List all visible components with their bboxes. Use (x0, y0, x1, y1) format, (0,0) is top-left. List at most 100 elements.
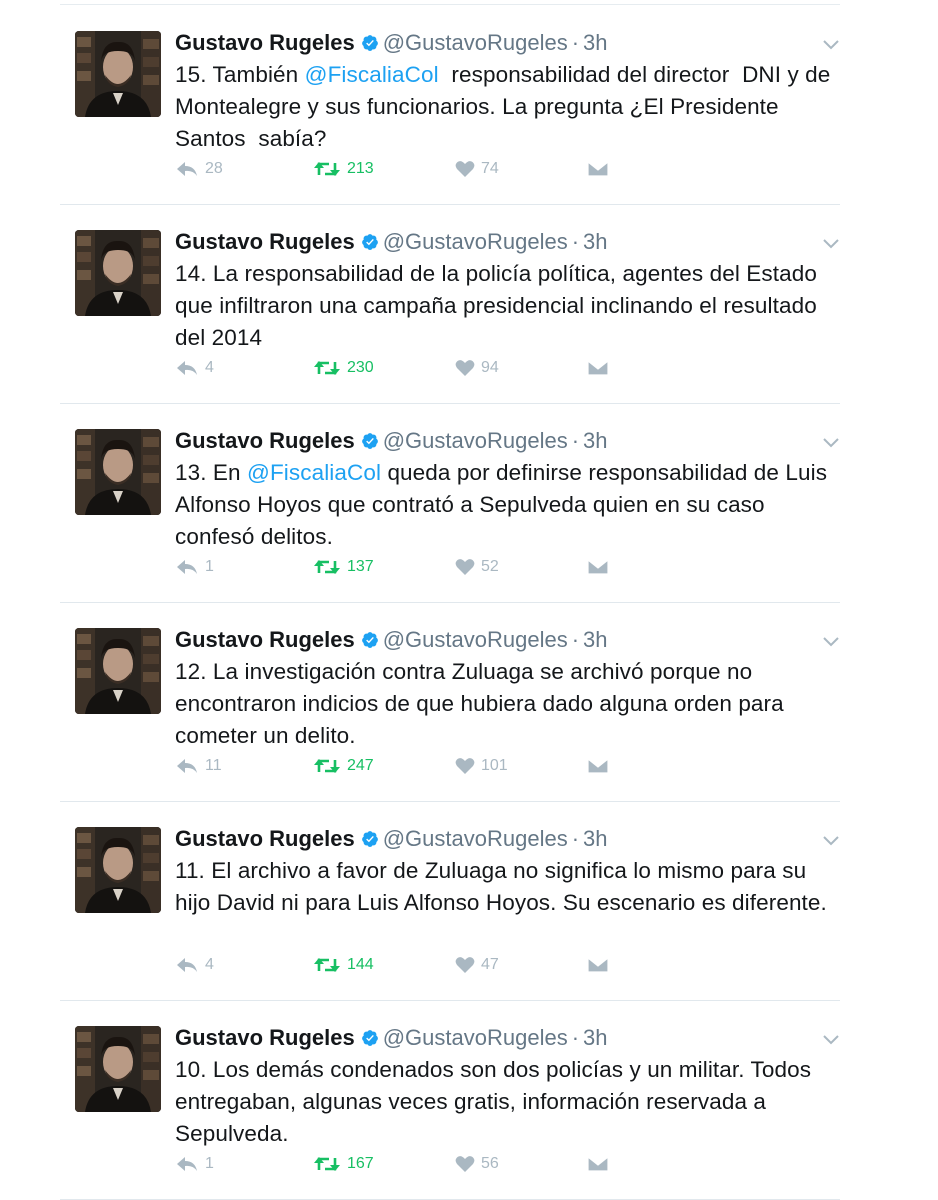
chevron-down-icon[interactable] (822, 436, 840, 450)
reply-button[interactable]: 1 (175, 554, 214, 580)
direct-message-button[interactable] (587, 952, 609, 978)
direct-message-button[interactable] (587, 554, 609, 580)
separator-dot: · (571, 30, 580, 55)
author-handle[interactable]: @GustavoRugeles (383, 30, 568, 55)
reply-button[interactable]: 11 (175, 753, 222, 779)
direct-message-button[interactable] (587, 753, 609, 779)
reply-count: 28 (205, 160, 223, 177)
tweet[interactable]: Gustavo Rugeles @GustavoRugeles · 3h 14. La… (0, 205, 938, 404)
mention-link[interactable]: @FiscaliaCol (305, 62, 439, 87)
direct-message-icon (587, 559, 609, 575)
author-name[interactable]: Gustavo Rugeles (175, 826, 355, 851)
reply-count: 1 (205, 558, 214, 575)
heart-icon (455, 957, 475, 973)
retweet-button[interactable]: 144 (313, 952, 374, 978)
direct-message-button[interactable] (587, 355, 609, 381)
direct-message-icon (587, 360, 609, 376)
retweet-icon (314, 1157, 340, 1171)
reply-button[interactable]: 4 (175, 355, 214, 381)
reply-count: 11 (205, 757, 222, 774)
like-count: 52 (481, 558, 499, 575)
heart-icon (455, 559, 475, 575)
tweet-actions: 1 137 52 (175, 554, 635, 580)
tweet-timestamp[interactable]: 3h (583, 428, 607, 453)
avatar[interactable] (75, 429, 161, 515)
retweet-button[interactable]: 167 (313, 1151, 374, 1177)
retweet-count: 137 (347, 558, 374, 575)
tweet[interactable]: Gustavo Rugeles @GustavoRugeles · 3h 13. En… (0, 404, 938, 603)
separator-dot: · (571, 826, 580, 851)
heart-icon (455, 161, 475, 177)
top-divider (60, 4, 840, 5)
tweet-header: Gustavo Rugeles @GustavoRugeles · 3h (175, 824, 608, 854)
tweet-timestamp[interactable]: 3h (583, 826, 607, 851)
retweet-count: 213 (347, 160, 374, 177)
avatar[interactable] (75, 1026, 161, 1112)
avatar[interactable] (75, 827, 161, 913)
tweet[interactable]: Gustavo Rugeles @GustavoRugeles · 3h 11. El… (0, 802, 938, 1001)
like-button[interactable]: 94 (455, 355, 499, 381)
tweet-text: 13. En @FiscaliaCol queda por definirse … (175, 457, 845, 553)
author-handle[interactable]: @GustavoRugeles (383, 1025, 568, 1050)
reply-button[interactable]: 1 (175, 1151, 214, 1177)
reply-icon (177, 361, 197, 375)
like-count: 47 (481, 956, 499, 973)
author-handle[interactable]: @GustavoRugeles (383, 229, 568, 254)
like-button[interactable]: 52 (455, 554, 499, 580)
author-name[interactable]: Gustavo Rugeles (175, 229, 355, 254)
avatar[interactable] (75, 230, 161, 316)
tweet[interactable]: Gustavo Rugeles @GustavoRugeles · 3h 15. Ta… (0, 6, 938, 205)
retweet-icon (314, 560, 340, 574)
like-button[interactable]: 47 (455, 952, 499, 978)
author-name[interactable]: Gustavo Rugeles (175, 30, 355, 55)
like-count: 74 (481, 160, 499, 177)
retweet-button[interactable]: 230 (313, 355, 374, 381)
tweet-timestamp[interactable]: 3h (583, 30, 607, 55)
chevron-down-icon[interactable] (822, 635, 840, 649)
like-button[interactable]: 56 (455, 1151, 499, 1177)
author-handle[interactable]: @GustavoRugeles (383, 826, 568, 851)
tweet-text: 12. La investigación contra Zuluaga se a… (175, 656, 845, 752)
mention-link[interactable]: @FiscaliaCol (247, 460, 381, 485)
author-name[interactable]: Gustavo Rugeles (175, 1025, 355, 1050)
chevron-down-icon[interactable] (822, 834, 840, 848)
like-count: 56 (481, 1155, 499, 1172)
tweet-header: Gustavo Rugeles @GustavoRugeles · 3h (175, 625, 608, 655)
tweet-text-segment: 14. La responsabilidad de la policía pol… (175, 261, 824, 350)
direct-message-button[interactable] (587, 156, 609, 182)
retweet-icon (314, 958, 340, 972)
chevron-down-icon[interactable] (822, 237, 840, 251)
author-handle[interactable]: @GustavoRugeles (383, 428, 568, 453)
reply-button[interactable]: 4 (175, 952, 214, 978)
author-name[interactable]: Gustavo Rugeles (175, 627, 355, 652)
tweet[interactable]: Gustavo Rugeles @GustavoRugeles · 3h 10. Lo… (0, 1001, 938, 1200)
separator-dot: · (571, 229, 580, 254)
tweet-actions: 11 247 101 (175, 753, 635, 779)
tweet-timestamp[interactable]: 3h (583, 1025, 607, 1050)
tweet-header: Gustavo Rugeles @GustavoRugeles · 3h (175, 1023, 608, 1053)
tweet-text-segment: 15. También (175, 62, 305, 87)
avatar[interactable] (75, 628, 161, 714)
retweet-button[interactable]: 213 (313, 156, 374, 182)
retweet-button[interactable]: 137 (313, 554, 374, 580)
avatar[interactable] (75, 31, 161, 117)
tweet-timestamp[interactable]: 3h (583, 627, 607, 652)
chevron-down-icon[interactable] (822, 1033, 840, 1047)
like-button[interactable]: 101 (455, 753, 508, 779)
tweet-timeline: Gustavo Rugeles @GustavoRugeles · 3h 15. Ta… (0, 0, 938, 1200)
chevron-down-icon[interactable] (822, 38, 840, 52)
like-button[interactable]: 74 (455, 156, 499, 182)
verified-badge-icon (361, 234, 378, 250)
direct-message-icon (587, 758, 609, 774)
verified-badge-icon (361, 831, 378, 847)
author-handle[interactable]: @GustavoRugeles (383, 627, 568, 652)
retweet-button[interactable]: 247 (313, 753, 374, 779)
separator-dot: · (571, 1025, 580, 1050)
direct-message-icon (587, 1156, 609, 1172)
direct-message-button[interactable] (587, 1151, 609, 1177)
tweet[interactable]: Gustavo Rugeles @GustavoRugeles · 3h 12. La… (0, 603, 938, 802)
reply-button[interactable]: 28 (175, 156, 223, 182)
tweet-timestamp[interactable]: 3h (583, 229, 607, 254)
heart-icon (455, 758, 475, 774)
author-name[interactable]: Gustavo Rugeles (175, 428, 355, 453)
